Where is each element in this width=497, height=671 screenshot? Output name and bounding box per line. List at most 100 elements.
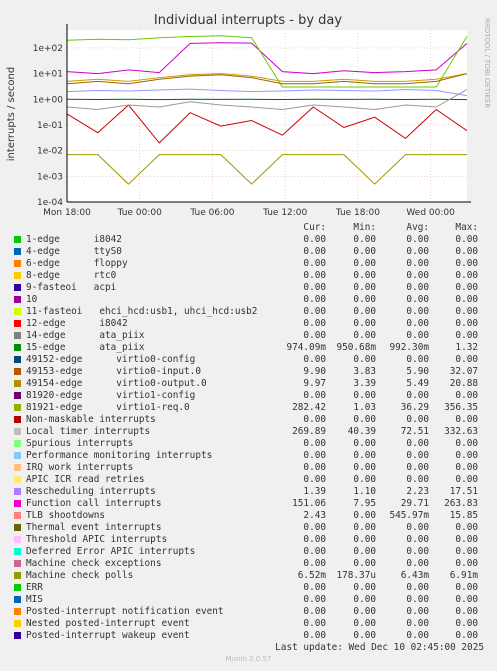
legend-min-value: 0.00 — [353, 546, 376, 557]
legend-max-value: 0.00 — [455, 354, 478, 365]
legend-min-value: 178.37u — [336, 570, 376, 581]
legend-swatch — [14, 392, 21, 399]
legend-swatch — [14, 308, 21, 315]
legend-max-value: 0.00 — [455, 234, 478, 245]
legend-swatch — [14, 524, 21, 531]
legend-min-value: 0.00 — [353, 450, 376, 461]
legend-swatch — [14, 380, 21, 387]
legend-max-value: 32.07 — [449, 366, 478, 377]
legend-min-value: 0.00 — [353, 522, 376, 533]
legend-swatch — [14, 548, 21, 555]
legend-max-value: 263.83 — [444, 498, 478, 509]
legend-min-value: 0.00 — [353, 606, 376, 617]
legend-min-value: 0.00 — [353, 330, 376, 341]
chart-title: Individual interrupts - by day — [154, 13, 342, 28]
y-axis-label: interrupts / second — [6, 67, 17, 161]
legend-swatch — [14, 356, 21, 363]
legend-max-value: 0.00 — [455, 606, 478, 617]
legend-min-value: 1.10 — [353, 486, 376, 497]
legend-row: Machine check polls 6.52m 178.37u 6.43m 6.91… — [12, 570, 492, 582]
legend-max-value: 0.00 — [455, 450, 478, 461]
legend-swatch — [14, 596, 21, 603]
legend-swatch — [14, 368, 21, 375]
legend-row: Posted-interrupt wakeup event 0.00 0.00 0.0… — [12, 630, 492, 642]
legend-label: Non-maskable interrupts — [26, 414, 156, 425]
legend-row: 1-edge i8042 0.00 0.00 0.00 0.00 — [12, 234, 492, 246]
legend-max-value: 0.00 — [455, 582, 478, 593]
legend-table: Cur: Min: Avg: Max: 1-edge i8042 0.00 0.00… — [12, 222, 492, 642]
legend-swatch — [14, 620, 21, 627]
legend-min-value: 0.00 — [353, 438, 376, 449]
legend-max-value: 0.00 — [455, 534, 478, 545]
x-tick-label: Wed 00:00 — [406, 208, 455, 218]
legend-row: 81921-edge virtio1-req.0 282.42 1.03 36.29 3… — [12, 402, 492, 414]
legend-row: 81920-edge virtio1-config 0.00 0.00 0.00 0.0… — [12, 390, 492, 402]
legend-row: 14-edge ata_piix 0.00 0.00 0.00 0.00 — [12, 330, 492, 342]
rrdtool-credit: RRDTOOL / TOBI OETIKER — [483, 18, 491, 108]
legend-label: Machine check polls — [26, 570, 134, 581]
legend-label: IRQ work interrupts — [26, 462, 134, 473]
legend-min-value: 0.00 — [353, 462, 376, 473]
legend-row: ERR 0.00 0.00 0.00 0.00 — [12, 582, 492, 594]
legend-max-value: 0.00 — [455, 330, 478, 341]
last-update: Last update: Wed Dec 10 02:45:00 2025 — [275, 642, 484, 653]
legend-swatch — [14, 536, 21, 543]
legend-label: 6-edge floppy — [26, 258, 128, 269]
legend-max-value: 0.00 — [455, 306, 478, 317]
legend-max-value: 0.00 — [455, 318, 478, 329]
legend-max-value: 356.35 — [444, 402, 478, 413]
legend-row: 15-edge ata_piix 974.09m 950.68m 992.30m 1.3… — [12, 342, 492, 354]
legend-swatch — [14, 428, 21, 435]
legend-row: 12-edge i8042 0.00 0.00 0.00 0.00 — [12, 318, 492, 330]
munin-version: Munin 2.0.57 — [225, 655, 272, 663]
legend-min-value: 0.00 — [353, 246, 376, 257]
legend-swatch — [14, 572, 21, 579]
legend-rows: 1-edge i8042 0.00 0.00 0.00 0.00 4-edge ttyS0… — [12, 234, 492, 642]
legend-label: Spurious interrupts — [26, 438, 134, 449]
legend-min-value: 3.39 — [353, 378, 376, 389]
legend-row: Performance monitoring interrupts 0.00 0.0… — [12, 450, 492, 462]
legend-swatch — [14, 332, 21, 339]
legend-swatch — [14, 440, 21, 447]
legend-max-value: 0.00 — [455, 282, 478, 293]
legend-max-value: 0.00 — [455, 270, 478, 281]
legend-swatch — [14, 344, 21, 351]
legend-min-value: 0.00 — [353, 534, 376, 545]
legend-label: 12-edge i8042 — [26, 318, 128, 329]
legend-min-value: 0.00 — [353, 414, 376, 425]
legend-label: Nested posted-interrupt event — [26, 618, 190, 629]
x-tick-label: Tue 06:00 — [189, 208, 234, 218]
legend-label: Machine check exceptions — [26, 558, 162, 569]
legend-row: Spurious interrupts 0.00 0.00 0.00 0.00 — [12, 438, 492, 450]
y-tick-label: 1e-01 — [37, 121, 63, 131]
legend-swatch — [14, 260, 21, 267]
legend-row: Deferred Error APIC interrupts 0.00 0.00 0.… — [12, 546, 492, 558]
legend-label: 8-edge rtc0 — [26, 270, 117, 281]
legend-label: Deferred Error APIC interrupts — [26, 546, 196, 557]
legend-swatch — [14, 284, 21, 291]
legend-min-value: 0.00 — [353, 558, 376, 569]
x-tick-label: Tue 00:00 — [117, 208, 162, 218]
legend-label: 1-edge i8042 — [26, 234, 122, 245]
interrupts-chart: Individual interrupts - by day interrupt… — [6, 13, 491, 218]
legend-label: Posted-interrupt wakeup event — [26, 630, 190, 641]
legend-row: Machine check exceptions 0.00 0.00 0.00 0.00 — [12, 558, 492, 570]
legend-label: Performance monitoring interrupts — [26, 450, 213, 461]
legend-swatch — [14, 272, 21, 279]
legend-row: Posted-interrupt notification event 0.00 0… — [12, 606, 492, 618]
legend-max-value: 332.63 — [444, 426, 478, 437]
y-tick-label: 1e+00 — [33, 95, 64, 105]
legend-swatch — [14, 320, 21, 327]
legend-row: Nested posted-interrupt event 0.00 0.00 0.0… — [12, 618, 492, 630]
legend-min-value: 0.00 — [353, 270, 376, 281]
legend-min-value: 0.00 — [353, 630, 376, 641]
legend-max-value: 0.00 — [455, 546, 478, 557]
legend-label: 10 — [26, 294, 38, 305]
legend-min-value: 950.68m — [336, 342, 376, 353]
legend-max-value: 0.00 — [455, 558, 478, 569]
legend-label: Threshold APIC interrupts — [26, 534, 168, 545]
legend-min-value: 0.00 — [353, 234, 376, 245]
legend-row: 10 0.00 0.00 0.00 0.00 — [12, 294, 492, 306]
legend-label: 81920-edge virtio1-config — [26, 390, 196, 401]
legend-label: TLB shootdowns — [26, 510, 106, 521]
